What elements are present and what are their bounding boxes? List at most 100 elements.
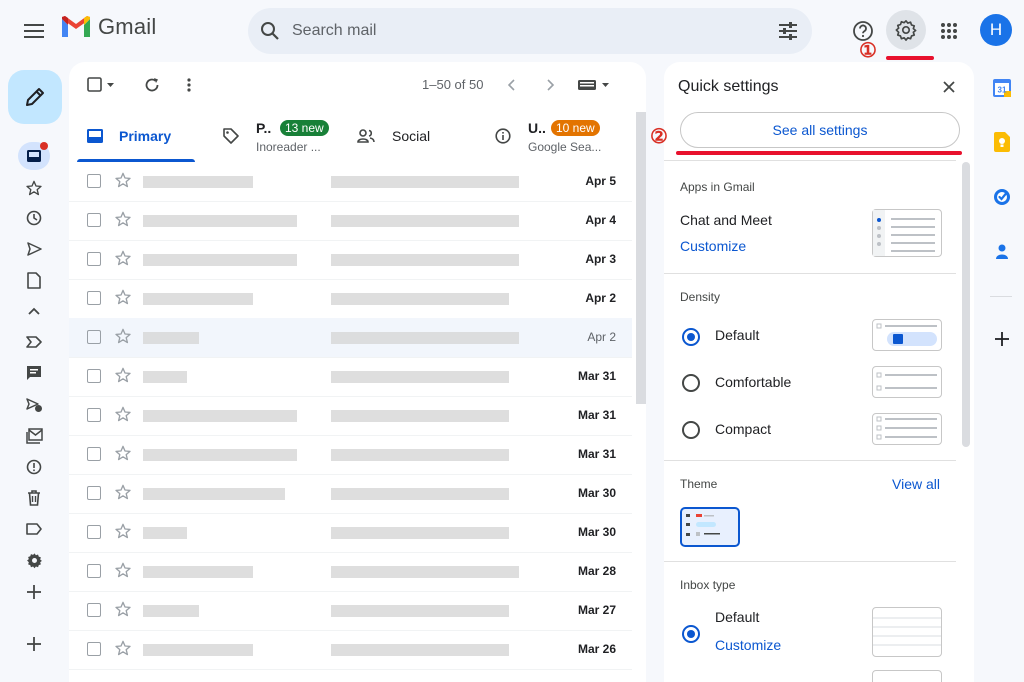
search-icon[interactable] xyxy=(260,21,280,41)
inbox-default-radio[interactable] xyxy=(682,625,700,643)
nav-categories[interactable] xyxy=(20,517,48,541)
refresh-button[interactable] xyxy=(144,74,160,96)
nav-chats[interactable] xyxy=(20,361,48,385)
nav-starred[interactable] xyxy=(20,176,48,200)
email-row[interactable]: Apr 5 xyxy=(69,162,632,202)
email-row[interactable]: Mar 31 xyxy=(69,357,632,397)
email-select-checkbox[interactable] xyxy=(87,408,101,422)
nav-drafts[interactable] xyxy=(20,268,48,292)
email-select-checkbox[interactable] xyxy=(87,252,101,266)
email-date: Mar 27 xyxy=(577,603,616,617)
star-icon[interactable] xyxy=(115,484,131,500)
nav-scheduled[interactable] xyxy=(20,393,48,417)
search-input[interactable] xyxy=(290,21,754,41)
nav-trash[interactable] xyxy=(20,486,48,510)
nav-less[interactable] xyxy=(20,299,48,323)
email-select-checkbox[interactable] xyxy=(87,447,101,461)
plus-icon xyxy=(995,332,1009,346)
main-menu-button[interactable] xyxy=(16,14,52,48)
density-default-radio[interactable] xyxy=(682,328,700,346)
email-select-checkbox[interactable] xyxy=(87,525,101,539)
get-addons-button[interactable] xyxy=(990,327,1014,351)
email-select-checkbox[interactable] xyxy=(87,369,101,383)
redacted-subject xyxy=(331,332,519,344)
star-icon[interactable] xyxy=(115,328,131,344)
email-row[interactable]: Mar 31 xyxy=(69,435,632,475)
info-icon xyxy=(495,128,511,144)
google-apps-button[interactable] xyxy=(932,14,966,48)
tab-promotions[interactable]: P.. 13 new Inoreader ... xyxy=(209,112,339,162)
input-tools-button[interactable] xyxy=(578,74,610,96)
nav-important[interactable] xyxy=(20,330,48,354)
star-icon[interactable] xyxy=(115,172,131,188)
email-select-checkbox[interactable] xyxy=(87,174,101,188)
see-all-settings-button[interactable]: See all settings xyxy=(680,112,960,148)
email-row[interactable]: Mar 31 xyxy=(69,396,632,436)
email-select-checkbox[interactable] xyxy=(87,564,101,578)
list-scrollbar-thumb[interactable] xyxy=(636,112,646,404)
email-row[interactable]: Mar 26 xyxy=(69,630,632,670)
nav-all-mail[interactable] xyxy=(20,424,48,448)
hamburger-icon xyxy=(24,24,44,38)
star-icon[interactable] xyxy=(115,211,131,227)
nav-sent[interactable] xyxy=(20,237,48,261)
more-options-button[interactable] xyxy=(187,74,191,96)
tab-social[interactable]: Social xyxy=(349,112,469,162)
email-row[interactable]: Apr 4 xyxy=(69,201,632,241)
star-icon[interactable] xyxy=(115,406,131,422)
tab-primary[interactable]: Primary xyxy=(69,112,195,162)
density-comfortable-radio[interactable] xyxy=(682,374,700,392)
account-avatar[interactable]: H xyxy=(980,14,1012,46)
email-row[interactable]: Apr 2 xyxy=(69,279,632,319)
quick-settings-scrollbar[interactable] xyxy=(962,162,970,447)
star-icon[interactable] xyxy=(115,367,131,383)
nav-create-label[interactable] xyxy=(20,580,48,604)
nav-snoozed[interactable] xyxy=(20,206,48,230)
email-row[interactable]: Mar 27 xyxy=(69,591,632,631)
gmail-logo[interactable]: Gmail xyxy=(60,14,156,40)
tab-updates[interactable]: U.. 10 new Google Sea... xyxy=(484,112,634,162)
chat-meet-customize-link[interactable]: Customize xyxy=(680,238,746,254)
star-icon[interactable] xyxy=(115,601,131,617)
email-row[interactable]: Apr 3 xyxy=(69,240,632,280)
redacted-sender xyxy=(143,176,253,188)
nav-spam[interactable] xyxy=(20,455,48,479)
list-scrollbar[interactable] xyxy=(636,112,646,682)
email-select-checkbox[interactable] xyxy=(87,330,101,344)
calendar-app-button[interactable]: 31 xyxy=(990,76,1014,100)
tasks-app-button[interactable] xyxy=(990,185,1014,209)
nav-manage-labels[interactable] xyxy=(20,548,48,572)
newer-button[interactable] xyxy=(507,74,515,96)
density-compact-radio[interactable] xyxy=(682,421,700,439)
email-select-checkbox[interactable] xyxy=(87,603,101,617)
star-icon[interactable] xyxy=(115,523,131,539)
star-icon[interactable] xyxy=(115,640,131,656)
email-select-checkbox[interactable] xyxy=(87,642,101,656)
star-icon[interactable] xyxy=(115,289,131,305)
search-options-icon[interactable] xyxy=(778,22,798,40)
email-row[interactable]: Mar 30 xyxy=(69,474,632,514)
email-row[interactable]: Mar 28 xyxy=(69,552,632,592)
nav-new-space[interactable] xyxy=(20,632,48,656)
star-icon[interactable] xyxy=(115,445,131,461)
close-quick-settings-button[interactable] xyxy=(938,76,960,98)
tab-promotions-label: P.. xyxy=(256,120,272,136)
keep-app-button[interactable] xyxy=(990,130,1014,154)
email-select-checkbox[interactable] xyxy=(87,486,101,500)
compose-button[interactable] xyxy=(8,70,62,124)
settings-button[interactable] xyxy=(886,10,926,50)
search-bar[interactable] xyxy=(248,8,812,54)
inbox-customize-link[interactable]: Customize xyxy=(715,637,781,653)
email-row[interactable]: Apr 2 xyxy=(69,318,632,358)
older-button[interactable] xyxy=(547,74,555,96)
email-row[interactable]: Mar 30 xyxy=(69,513,632,553)
email-select-checkbox[interactable] xyxy=(87,291,101,305)
side-panel-divider xyxy=(990,296,1012,297)
theme-view-all-link[interactable]: View all xyxy=(892,476,940,492)
contacts-app-button[interactable] xyxy=(990,240,1014,264)
select-all-checkbox[interactable] xyxy=(87,74,115,96)
star-icon[interactable] xyxy=(115,562,131,578)
star-icon[interactable] xyxy=(115,250,131,266)
default-theme-thumbnail[interactable] xyxy=(680,507,740,547)
email-select-checkbox[interactable] xyxy=(87,213,101,227)
